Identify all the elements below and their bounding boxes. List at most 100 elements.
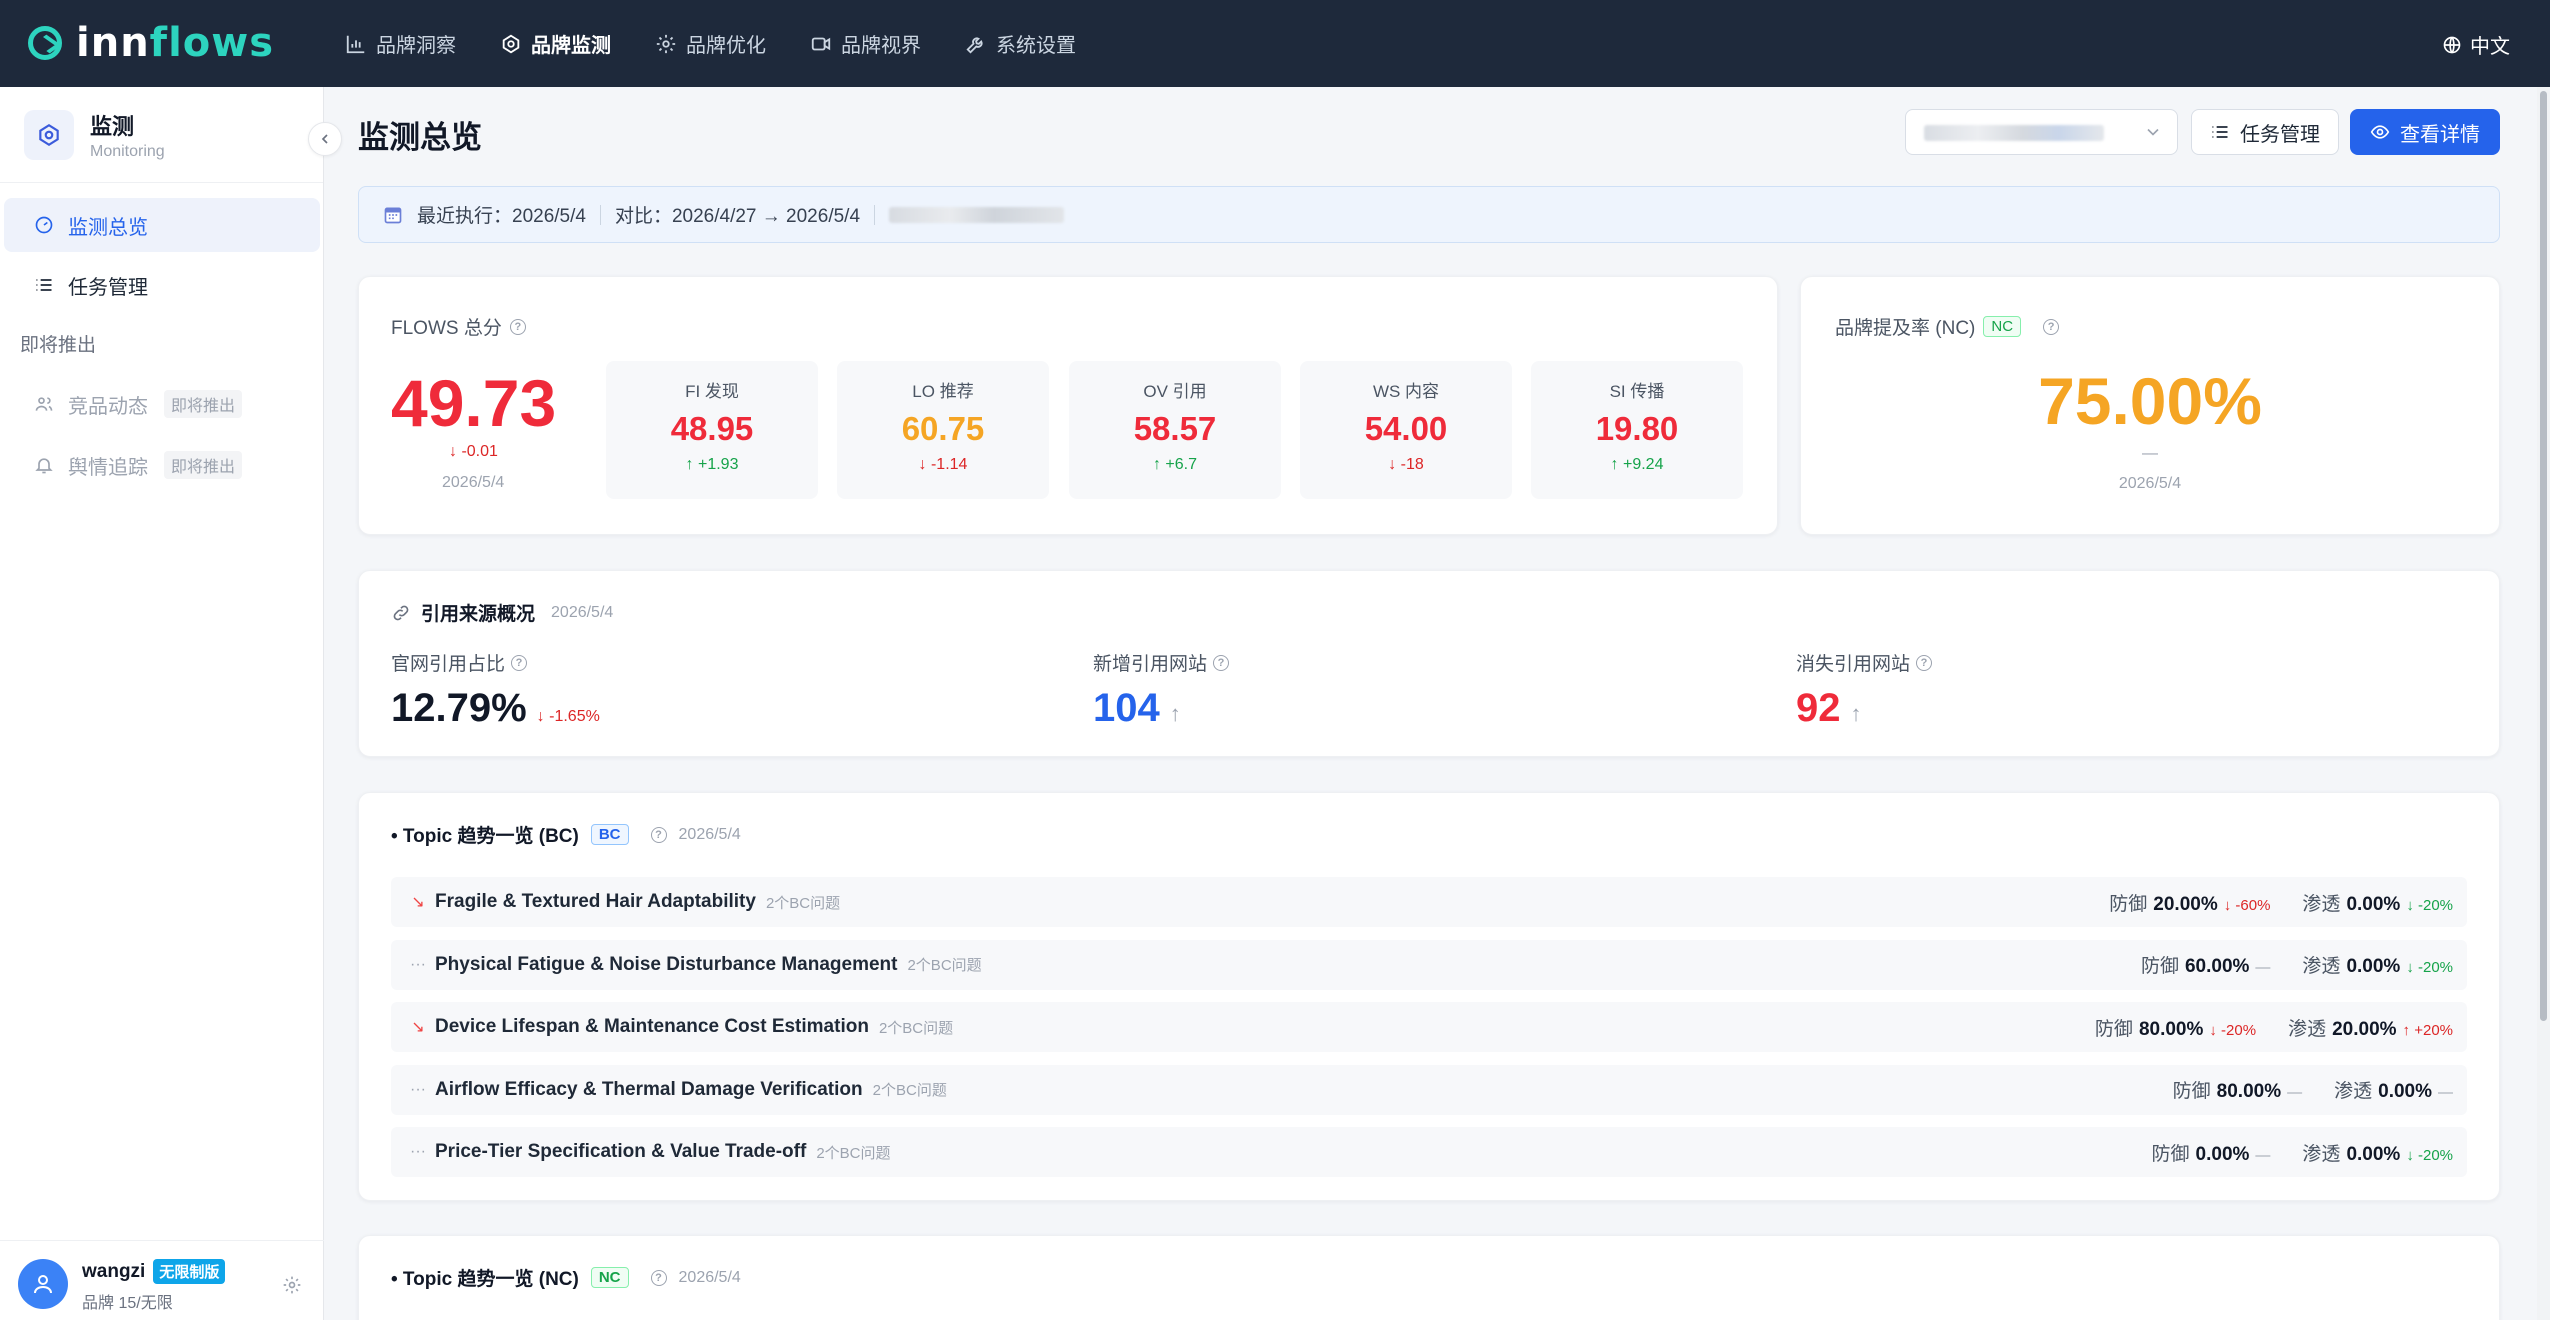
- nav-item-brand-monitoring[interactable]: 品牌监测: [500, 29, 611, 58]
- nav-item-brand-vision[interactable]: 品牌视界: [810, 29, 921, 58]
- collapse-sidebar-button[interactable]: [308, 122, 342, 156]
- ellipsis-icon: ···: [410, 955, 426, 973]
- divider: [599, 204, 601, 225]
- wrench-icon: [966, 36, 983, 54]
- metric-lo[interactable]: LO 推荐 60.75 ↓ -1.14: [837, 361, 1049, 499]
- sidebar-section-coming-soon: 即将推出: [20, 335, 97, 356]
- view-details-button[interactable]: 查看详情: [2350, 109, 2500, 155]
- topic-stats: 防御 80.00% ↓ -20% 渗透 20.00% ↑ +20%: [2095, 1014, 2453, 1041]
- topic-stats: 防御 0.00% — 渗透 0.00% ↓ -20%: [2152, 1139, 2453, 1166]
- topic-row[interactable]: ↘ Device Lifespan & Maintenance Cost Esti…: [391, 1002, 2467, 1052]
- topic-question-count: 2个BC问题: [872, 1082, 947, 1099]
- metric-si[interactable]: SI 传播 19.80 ↑ +9.24: [1531, 361, 1743, 499]
- topic-bc-header: • Topic 趋势一览 (BC) BC ? 2026/5/4: [391, 824, 741, 847]
- user-quota: 品牌 15/无限: [82, 1295, 173, 1312]
- list-icon: [2212, 126, 2228, 138]
- topic-name: Airflow Efficacy & Thermal Damage Verifi…: [435, 1078, 863, 1100]
- sidebar-title: 监测: [90, 113, 135, 139]
- mention-rate-value: 75.00%: [2038, 364, 2262, 438]
- penetration-stat: 渗透 0.00% ↓ -20%: [2302, 893, 2453, 915]
- mention-rate-label: 品牌提及率 (NC) NC ?: [1835, 313, 2060, 340]
- list-icon: [36, 279, 52, 291]
- avatar[interactable]: [18, 1259, 68, 1309]
- plan-badge: 无限制版: [153, 1259, 226, 1284]
- brand-mention-rate-card: 品牌提及率 (NC) NC ? 75.00% — 2026/5/4: [1800, 276, 2500, 535]
- topic-row[interactable]: ↘ Fragile & Textured Hair Adaptability 2个B…: [391, 877, 2467, 927]
- dashboard-icon: [35, 216, 53, 234]
- page-scrollbar[interactable]: [2537, 87, 2550, 1320]
- metric-ov[interactable]: OV 引用 58.57 ↑ +6.7: [1069, 361, 1281, 499]
- task-management-button[interactable]: 任务管理: [2191, 109, 2339, 155]
- language-switcher[interactable]: 中文: [2442, 30, 2510, 59]
- video-icon: [811, 37, 831, 50]
- topic-trend-nc-card: • Topic 趋势一览 (NC) NC ? 2026/5/4: [358, 1235, 2500, 1320]
- defense-stat: 防御 60.00% —: [2140, 956, 2271, 977]
- topic-question-count: 2个BC问题: [765, 894, 841, 912]
- topic-name: Price-Tier Specification & Value Trade-o…: [435, 1141, 807, 1162]
- help-icon[interactable]: ?: [1213, 654, 1230, 671]
- divider: [874, 204, 876, 225]
- help-icon[interactable]: ?: [509, 318, 526, 335]
- sidebar-item-overview[interactable]: 监测总览: [4, 198, 320, 252]
- calendar-icon: [384, 207, 402, 223]
- monitor-icon: [24, 109, 74, 160]
- sidebar-subtitle: Monitoring: [90, 142, 165, 160]
- nav-item-brand-optimization[interactable]: 品牌优化: [655, 29, 766, 58]
- brand-select[interactable]: [1905, 109, 2178, 155]
- bar-chart-icon: [346, 35, 365, 53]
- app-logo[interactable]: innflows: [28, 20, 274, 66]
- sidebar-header: 监测 Monitoring: [0, 87, 323, 183]
- help-icon[interactable]: ?: [650, 826, 667, 843]
- nc-tag: NC: [590, 1267, 629, 1288]
- help-icon[interactable]: ?: [1916, 654, 1933, 671]
- chevron-left-icon: [321, 134, 328, 144]
- flows-total-delta: ↓ -0.01: [449, 443, 498, 460]
- topic-row[interactable]: ··· Airflow Efficacy & Thermal Damage Ver…: [391, 1064, 2467, 1115]
- user-icon: [34, 1275, 52, 1294]
- topic-row[interactable]: ··· Price-Tier Specification & Value Trad…: [391, 1127, 2467, 1177]
- help-icon[interactable]: ?: [511, 654, 528, 671]
- help-icon[interactable]: ?: [2043, 318, 2060, 335]
- defense-stat: 防御 80.00% ↓ -20%: [2094, 1018, 2257, 1040]
- mention-rate-date: 2026/5/4: [2118, 475, 2182, 492]
- bc-tag: BC: [590, 824, 629, 845]
- ellipsis-icon: ···: [410, 1143, 426, 1160]
- link-icon: [393, 605, 409, 620]
- redacted-info: [889, 206, 1065, 223]
- nav-item-system-settings[interactable]: 系统设置: [965, 29, 1076, 58]
- nav-item-brand-insight[interactable]: 品牌洞察: [345, 29, 456, 58]
- sidebar-item-competitor-dynamics: 竞品动态 即将推出: [4, 377, 320, 431]
- flows-date: 2026/5/4: [442, 474, 505, 491]
- scrollbar-thumb[interactable]: [2540, 91, 2547, 1021]
- metric-fi[interactable]: FI 发现 48.95 ↑ +1.93: [606, 361, 818, 499]
- user-panel: wangzi 无限制版 品牌 15/无限: [0, 1240, 324, 1320]
- metric-ws[interactable]: WS 内容 54.00 ↓ -18: [1300, 361, 1512, 499]
- new-citation-sites: 新增引用网站? 104 ↑: [1093, 649, 1230, 731]
- nc-tag: NC: [1983, 316, 2022, 337]
- lost-citation-sites: 消失引用网站? 92 ↑: [1796, 649, 1933, 731]
- official-citation-share: 官网引用占比? 12.79% ↓ -1.65%: [391, 654, 600, 730]
- sidebar: 监测 Monitoring 监测总览 任务管理 即将推出 竞品动态 即将推出 舆…: [0, 87, 342, 1320]
- user-name: wangzi 无限制版: [82, 1259, 226, 1284]
- last-run-text: 最近执行：2026/5/4: [417, 206, 586, 227]
- topic-name: Fragile & Textured Hair Adaptability: [435, 891, 756, 912]
- topic-stats: 防御 80.00% — 渗透 0.00% —: [2173, 1076, 2453, 1103]
- mention-rate-delta: —: [2142, 445, 2158, 462]
- bell-icon: [35, 458, 53, 474]
- globe-icon: [2443, 36, 2461, 53]
- help-icon[interactable]: ?: [650, 1269, 667, 1286]
- top-nav-bar: innflows 品牌洞察 品牌监测 品牌优化 品牌视界 系统设置 中文: [0, 0, 2550, 87]
- redacted-brand-name: [1924, 125, 2104, 141]
- topic-row[interactable]: ··· Physical Fatigue & Noise Disturbance …: [391, 939, 2467, 990]
- gear-icon: [283, 1276, 301, 1294]
- defense-stat: 防御 20.00% ↓ -60%: [2109, 893, 2271, 915]
- topic-trend-bc-card: • Topic 趋势一览 (BC) BC ? 2026/5/4 ↘ Fragile…: [358, 792, 2500, 1201]
- coming-soon-tag: 即将推出: [164, 390, 243, 418]
- trend-down-icon: ↘: [411, 1019, 425, 1036]
- user-settings-button[interactable]: [282, 1275, 302, 1300]
- page-title: 监测总览: [358, 120, 482, 155]
- sidebar-item-task-management[interactable]: 任务管理: [4, 258, 320, 312]
- logo-text: innflows: [76, 20, 275, 66]
- defense-stat: 防御 80.00% —: [2172, 1081, 2303, 1102]
- penetration-stat: 渗透 0.00% ↓ -20%: [2302, 956, 2453, 977]
